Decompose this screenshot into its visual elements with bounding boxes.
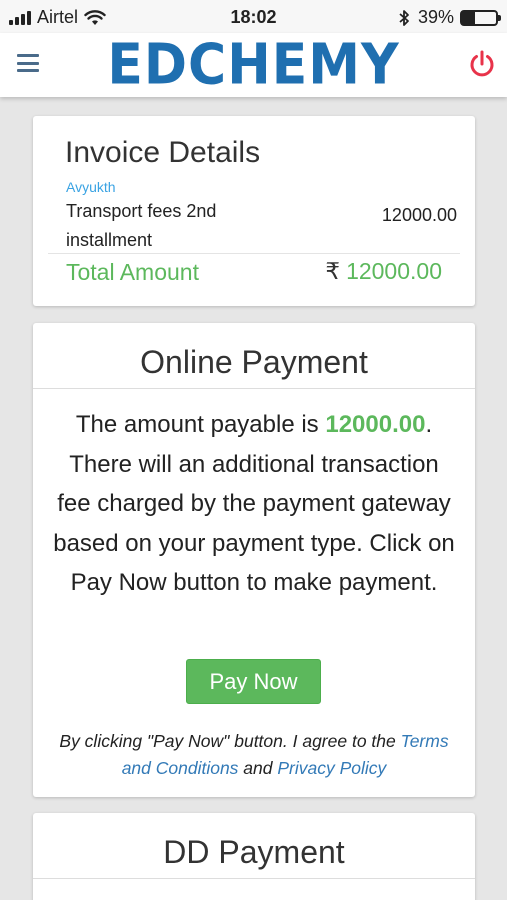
bluetooth-icon xyxy=(399,9,409,26)
fee-description: Transport fees 2nd installment xyxy=(66,201,217,250)
terms-prefix: By clicking "Pay Now" button. I agree to… xyxy=(59,731,401,751)
payable-amount: 12000.00 xyxy=(325,411,426,438)
app-header: EDCHEMY xyxy=(0,33,507,97)
total-amount: 12000.00 xyxy=(346,258,442,284)
terms-and: and xyxy=(238,758,278,778)
dd-payment-title: DD Payment xyxy=(33,813,475,879)
payable-text-before: The amount payable is xyxy=(75,411,326,438)
pay-now-button[interactable]: Pay Now xyxy=(186,659,321,704)
total-label: Total Amount xyxy=(66,259,199,285)
privacy-link[interactable]: Privacy Policy xyxy=(277,758,386,778)
battery-icon xyxy=(460,9,501,26)
power-icon[interactable] xyxy=(468,49,496,79)
terms-text: By clicking "Pay Now" button. I agree to… xyxy=(43,728,465,782)
invoice-divider xyxy=(48,253,460,254)
battery-percent: 39% xyxy=(417,7,454,27)
online-payment-card: Online Payment The amount payable is 120… xyxy=(33,323,475,797)
payable-text-after: . There will an additional transaction f… xyxy=(53,411,455,596)
student-name: Avyukth xyxy=(66,179,116,195)
invoice-card: Invoice Details Avyukth Transport fees 2… xyxy=(33,116,475,306)
app-logo: EDCHEMY xyxy=(107,32,400,98)
rupee-icon: ₹ xyxy=(325,258,341,284)
status-right: 39% xyxy=(398,7,501,28)
fee-amount: 12000.00 xyxy=(381,205,457,225)
total-value: ₹12000.00 xyxy=(325,258,442,285)
invoice-title: Invoice Details xyxy=(65,136,261,169)
status-bar: Airtel 18:02 39% xyxy=(0,0,507,33)
battery-fill xyxy=(462,11,476,24)
dd-payment-card: DD Payment xyxy=(33,813,475,900)
payment-instructions: The amount payable is 12000.00. There wi… xyxy=(53,405,455,603)
online-payment-title: Online Payment xyxy=(33,323,475,389)
